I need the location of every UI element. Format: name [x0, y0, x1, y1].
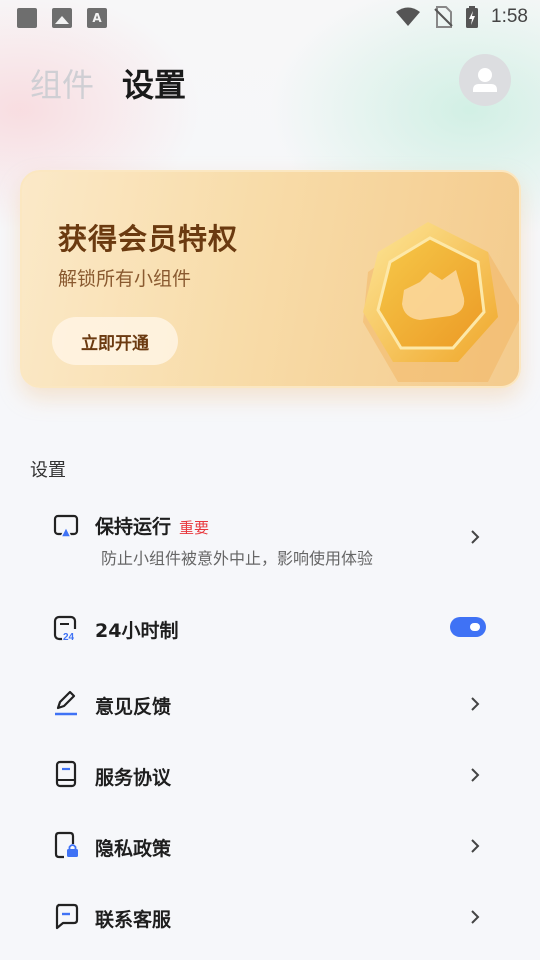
- 24-hour-label: 24小时制: [95, 620, 179, 642]
- toggle-knob: [470, 623, 480, 631]
- settings-section-label: 设置: [30, 460, 66, 481]
- privacy-lock-icon: [54, 831, 78, 859]
- status-bar: A 1:58: [0, 0, 540, 36]
- chevron-right-icon: [471, 910, 480, 924]
- service-agreement-icon: [55, 760, 77, 788]
- service-agreement-row[interactable]: 服务协议: [0, 755, 540, 795]
- banner-title: 获得会员特权: [58, 222, 239, 256]
- wifi-icon: [396, 7, 421, 26]
- activate-button[interactable]: 立即开通: [52, 317, 178, 365]
- banner-subtitle: 解锁所有小组件: [58, 268, 192, 290]
- text-notification-icon: A: [87, 8, 107, 28]
- chevron-right-icon: [471, 839, 480, 853]
- feedback-label: 意见反馈: [95, 696, 172, 718]
- contact-support-row[interactable]: 联系客服: [0, 897, 540, 937]
- chevron-right-icon: [471, 530, 480, 544]
- 24-hour-row: 24 24小时制: [0, 608, 540, 648]
- tab-settings[interactable]: 设置: [122, 60, 186, 106]
- privacy-policy-row[interactable]: 隐私政策: [0, 826, 540, 866]
- avatar[interactable]: [459, 54, 511, 106]
- service-agreement-label: 服务协议: [95, 767, 172, 789]
- important-tag: 重要: [179, 519, 210, 537]
- 24-hour-toggle[interactable]: [450, 617, 486, 637]
- crown-hexagon-badge-icon: [363, 222, 519, 382]
- contact-support-label: 联系客服: [95, 909, 172, 931]
- keep-running-label: 保持运行: [95, 516, 172, 538]
- user-avatar-icon: [473, 68, 497, 92]
- status-time: 1:58: [491, 6, 528, 27]
- tab-widgets[interactable]: 组件: [30, 60, 94, 106]
- image-notification-icon: [52, 8, 72, 28]
- chevron-right-icon: [471, 768, 480, 782]
- 24-hour-clock-icon: 24: [53, 615, 80, 642]
- chevron-right-icon: [471, 697, 480, 711]
- keep-running-description: 防止小组件被意外中止，影响使用体验: [101, 549, 374, 568]
- battery-charging-icon: [466, 6, 479, 28]
- keep-running-title: 保持运行 重要: [95, 512, 209, 539]
- customer-service-chat-icon: [55, 903, 79, 930]
- square-notification-icon: [17, 8, 37, 28]
- feedback-row[interactable]: 意见反馈: [0, 684, 540, 724]
- keep-running-icon: [53, 514, 79, 538]
- keep-running-row[interactable]: 保持运行 重要 防止小组件被意外中止，影响使用体验: [0, 500, 540, 580]
- no-sim-icon: [434, 6, 453, 28]
- privacy-policy-label: 隐私政策: [95, 838, 172, 860]
- svg-text:24: 24: [63, 632, 75, 642]
- membership-banner[interactable]: 获得会员特权 解锁所有小组件 立即开通: [20, 170, 521, 388]
- feedback-edit-icon: [55, 690, 77, 716]
